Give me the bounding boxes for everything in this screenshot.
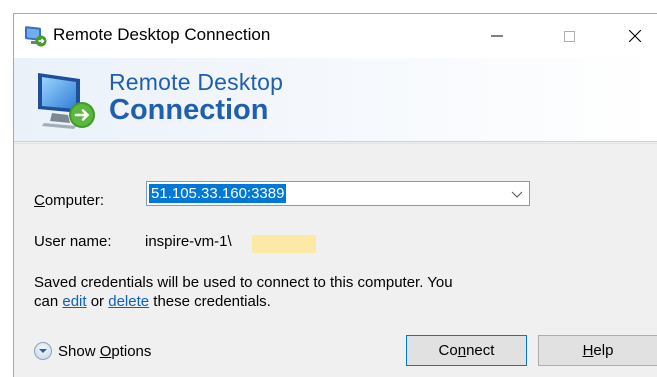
- help-accelerator: H: [582, 342, 594, 359]
- edit-credentials-link[interactable]: edit: [62, 293, 86, 310]
- minimize-icon: [491, 35, 503, 37]
- expand-options-icon[interactable]: [34, 342, 52, 360]
- note-or: or: [86, 293, 109, 310]
- banner-title-line1: Remote Desktop: [109, 69, 284, 95]
- connect-pre: Co: [438, 342, 458, 359]
- connect-accelerator: n: [457, 342, 467, 359]
- close-icon: [629, 30, 641, 42]
- redacted-username: [252, 235, 316, 253]
- note-suffix: these credentials.: [149, 293, 271, 310]
- show-options-label: Show Options: [58, 343, 151, 360]
- show-options-accelerator: O: [99, 342, 112, 360]
- window-title: Remote Desktop Connection: [53, 25, 271, 44]
- remote-desktop-window: Remote Desktop Connection Remote Desktop…: [13, 13, 657, 377]
- user-name-label: User name:: [34, 233, 112, 250]
- saved-credentials-note: Saved credentials will be used to connec…: [34, 273, 534, 311]
- remote-desktop-logo-icon: [38, 73, 95, 129]
- help-rest: elp: [593, 342, 614, 359]
- delete-credentials-link[interactable]: delete: [108, 293, 149, 310]
- user-name-value: inspire-vm-1\: [145, 233, 232, 250]
- minimize-button[interactable]: [474, 14, 520, 58]
- remote-desktop-icon: [25, 26, 47, 47]
- computer-label: Computer:: [34, 192, 104, 209]
- computer-combobox[interactable]: 51.105.33.160:3389: [146, 181, 530, 206]
- close-button[interactable]: [612, 14, 657, 58]
- header-banner: Remote Desktop Connection: [14, 58, 657, 141]
- computer-label-text: omputer:: [44, 192, 105, 209]
- title-bar: Remote Desktop Connection: [14, 14, 657, 58]
- maximize-button[interactable]: [546, 14, 592, 58]
- maximize-icon: [563, 30, 575, 42]
- note-prefix: can: [34, 293, 63, 310]
- banner-title-line2: Connection: [109, 94, 269, 126]
- chevron-down-icon[interactable]: [511, 188, 523, 200]
- note-line1: Saved credentials will be used to connec…: [34, 274, 453, 291]
- banner-divider-shadow: [14, 143, 657, 144]
- show-options-toggle[interactable]: Show Options: [34, 340, 151, 362]
- computer-label-accelerator: C: [34, 192, 45, 209]
- show-options-pre: Show: [58, 342, 100, 360]
- help-button[interactable]: Help: [538, 335, 657, 366]
- connect-rest: nect: [466, 342, 495, 359]
- computer-input-value[interactable]: 51.105.33.160:3389: [149, 184, 287, 203]
- connect-button[interactable]: Co n nect: [406, 335, 527, 366]
- show-options-rest: ptions: [111, 342, 152, 360]
- banner-divider: [14, 141, 657, 142]
